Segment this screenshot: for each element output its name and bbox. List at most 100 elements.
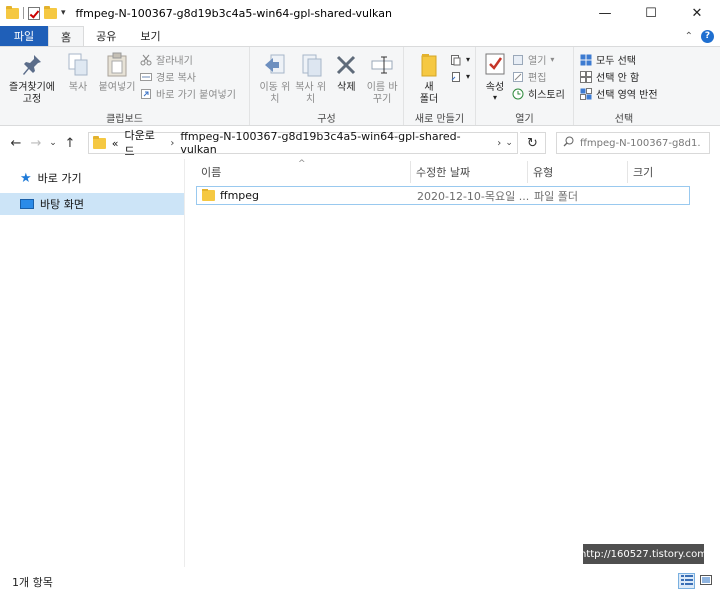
select-all-icon: [580, 54, 592, 66]
search-icon: [563, 136, 574, 150]
chevron-down-icon: ▾: [550, 55, 555, 64]
cut-button[interactable]: 잘라내기: [140, 52, 236, 67]
divider: [23, 7, 24, 19]
select-all-label: 모두 선택: [596, 56, 636, 67]
ribbon: 즐겨찾기에 고정 복사 붙여넣기 잘라내기 경로 복사 바로 가기 붙여넣기 클…: [0, 46, 720, 126]
copy-path-label: 경로 복사: [156, 73, 196, 84]
breadcrumb-overflow[interactable]: «: [112, 137, 119, 150]
column-header-type[interactable]: 유형: [528, 161, 628, 183]
file-type: 파일 폴더: [534, 189, 578, 203]
pin-label: 즐겨찾기에 고정: [9, 82, 55, 105]
address-dropdown-icon[interactable]: ⌄: [501, 138, 517, 148]
large-icons-view-icon: [699, 574, 712, 588]
search-input[interactable]: [580, 137, 700, 149]
paste-button[interactable]: 붙여넣기: [96, 50, 138, 110]
file-date: 2020-12-10-목요일 ...: [417, 189, 529, 203]
nav-item-desktop[interactable]: 바탕 화면: [0, 193, 184, 215]
file-list: ^ 이름 수정한 날짜 유형 크기 ffmpeg 2020-12-10-목요일 …: [186, 159, 720, 567]
pin-icon: [18, 50, 46, 80]
properties-icon[interactable]: [28, 6, 40, 20]
group-new: 새 폴더 ▾ ▾ 새로 만들기: [404, 47, 476, 125]
chevron-up-icon[interactable]: ⌃: [685, 31, 693, 42]
properties-button[interactable]: 속성 ▾: [480, 50, 510, 110]
delete-icon: [332, 50, 360, 80]
column-header-name[interactable]: 이름: [196, 161, 411, 183]
open-small-buttons: 열기 ▾ 편집 히스토리: [512, 50, 565, 110]
pin-to-quick-access-button[interactable]: 즐겨찾기에 고정: [4, 50, 60, 110]
copy-to-button[interactable]: 복사 위치: [294, 50, 328, 110]
close-button[interactable]: ✕: [674, 0, 720, 26]
edit-label: 편집: [528, 73, 547, 84]
select-small-buttons: 모두 선택 선택 안 함 선택 영역 반전: [580, 50, 658, 110]
help-icon[interactable]: ?: [701, 29, 714, 43]
rename-button[interactable]: 이름 바꾸기: [365, 50, 399, 110]
title-bar: ▾ ffmpeg-N-100367-g8d19b3c4a5-win64-gpl-…: [0, 0, 720, 26]
customize-quick-access-icon[interactable]: ▾: [61, 8, 66, 18]
status-bar: 1개 항목: [0, 570, 720, 593]
new-item-icon: [450, 54, 462, 66]
table-row[interactable]: ffmpeg 2020-12-10-목요일 ... 파일 폴더: [196, 186, 690, 205]
address-bar[interactable]: « 다운로드 › ffmpeg-N-100367-g8d19b3c4a5-win…: [88, 129, 518, 158]
address-row: ← → ⌄ ↑ « 다운로드 › ffmpeg-N-100367-g8d19b3…: [0, 127, 720, 159]
properties-icon: [481, 50, 509, 80]
cut-label: 잘라내기: [156, 56, 193, 67]
open-button[interactable]: 열기 ▾: [512, 52, 565, 67]
breadcrumb-separator[interactable]: ›: [170, 138, 174, 149]
nav-item-quick-access[interactable]: ★ 바로 가기: [0, 167, 184, 189]
forward-button[interactable]: →: [26, 132, 46, 154]
invert-selection-button[interactable]: 선택 영역 반전: [580, 86, 658, 101]
tab-file[interactable]: 파일: [0, 26, 48, 46]
copy-path-button[interactable]: 경로 복사: [140, 69, 236, 84]
details-view-button[interactable]: [678, 573, 695, 589]
tab-share[interactable]: 공유: [84, 26, 128, 46]
copy-button[interactable]: 복사: [62, 50, 94, 110]
group-clipboard: 즐겨찾기에 고정 복사 붙여넣기 잘라내기 경로 복사 바로 가기 붙여넣기 클…: [0, 47, 250, 125]
move-to-button[interactable]: 이동 위치: [258, 50, 292, 110]
maximize-button[interactable]: ☐: [628, 0, 674, 26]
file-name: ffmpeg: [220, 189, 260, 202]
breadcrumb-item[interactable]: ffmpeg-N-100367-g8d19b3c4a5-win64-gpl-sh…: [180, 130, 491, 156]
group-label-select: 선택: [614, 114, 634, 125]
search-box[interactable]: [556, 132, 710, 154]
easy-access-button[interactable]: ▾: [450, 69, 470, 84]
quick-access-toolbar: ▾: [0, 5, 66, 20]
refresh-button[interactable]: ↻: [520, 132, 546, 154]
chevron-down-icon: ⌄: [49, 138, 57, 148]
nav-item-label: 바탕 화면: [40, 198, 84, 211]
back-button[interactable]: ←: [6, 132, 26, 154]
folder-icon: [93, 135, 106, 149]
large-icons-view-button[interactable]: [697, 573, 714, 589]
new-folder-icon[interactable]: [44, 5, 57, 19]
chevron-down-icon: ▾: [466, 72, 471, 81]
column-header-date[interactable]: 수정한 날짜: [411, 161, 528, 183]
new-item-button[interactable]: ▾: [450, 52, 470, 67]
move-to-label: 이동 위치: [259, 82, 291, 105]
paste-shortcut-button[interactable]: 바로 가기 붙여넣기: [140, 86, 236, 101]
move-icon: [261, 50, 289, 80]
column-header-size[interactable]: 크기: [628, 161, 708, 183]
new-folder-button[interactable]: 새 폴더: [410, 50, 448, 110]
up-button[interactable]: ↑: [60, 132, 80, 154]
path-icon: [140, 71, 152, 83]
group-label-organize: 구성: [317, 114, 336, 125]
tab-view[interactable]: 보기: [128, 26, 172, 46]
group-label-open: 열기: [515, 114, 534, 125]
window-controls: — ☐ ✕: [582, 0, 720, 26]
select-none-button[interactable]: 선택 안 함: [580, 69, 658, 84]
tab-home[interactable]: 홈: [48, 26, 85, 46]
file-name-cell: ffmpeg: [197, 189, 412, 202]
paste-shortcut-label: 바로 가기 붙여넣기: [156, 90, 236, 101]
copy-to-icon: [297, 50, 325, 80]
open-icon: [512, 54, 524, 66]
rename-label: 이름 바꾸기: [366, 82, 398, 105]
window-title: ffmpeg-N-100367-g8d19b3c4a5-win64-gpl-sh…: [75, 6, 392, 20]
select-all-button[interactable]: 모두 선택: [580, 52, 658, 67]
group-organize: 이동 위치 복사 위치 삭제 이름 바꾸기 구성: [250, 47, 404, 125]
breadcrumb-item[interactable]: 다운로드: [125, 127, 165, 159]
delete-label: 삭제: [337, 82, 356, 93]
recent-locations-button[interactable]: ⌄: [46, 132, 60, 154]
delete-button[interactable]: 삭제: [330, 50, 364, 110]
edit-button[interactable]: 편집: [512, 69, 565, 84]
minimize-button[interactable]: —: [582, 0, 628, 26]
history-button[interactable]: 히스토리: [512, 86, 565, 101]
